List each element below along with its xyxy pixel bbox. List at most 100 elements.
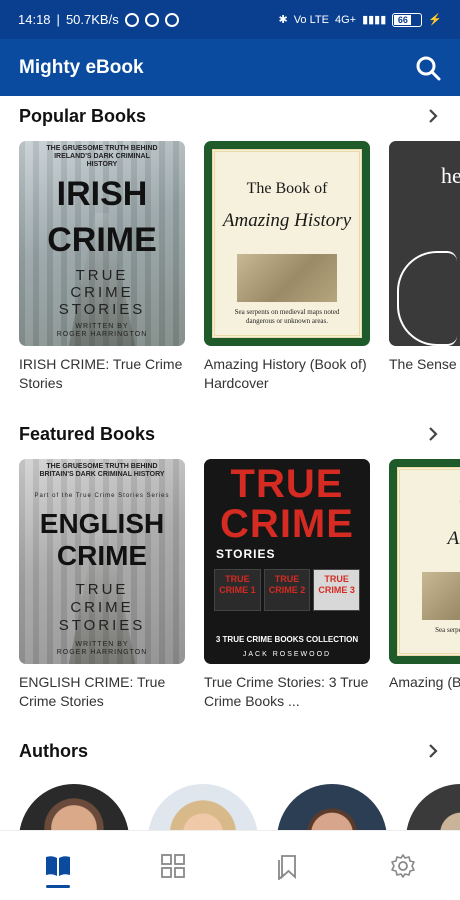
book-cover: THE GRUESOME TRUTH BEHIND BRITAIN'S DARK… [19,459,185,664]
cover-title-1: The Book of [246,180,328,197]
cover-mini-covers: TRUE CRIME 1 TRUE CRIME 2 TRUE CRIME 3 [214,569,361,611]
book-cover: TRUE CRIME STORIES TRUE CRIME 1 TRUE CRI… [204,459,370,664]
charging-icon: ⚡ [428,14,442,26]
volte-label: Vo LTE [293,13,329,26]
book-title: Amazing History (Book of) Hardcover [204,356,367,391]
author-avatar[interactable] [406,784,460,830]
mini-cover-3: TRUE CRIME 3 [313,569,361,611]
mute-icon [124,12,139,27]
popular-section-header: Popular Books [19,101,442,131]
mini-cover-2: TRUE CRIME 2 [263,569,311,611]
status-separator: | [56,12,60,27]
nav-home[interactable] [28,838,88,894]
mini-cover-1: TRUE CRIME 1 [214,569,261,611]
settings-icon [390,853,415,878]
status-right: ✱ Vo LTE 4G+ ▮▮▮▮ 66 ⚡ [278,12,442,27]
book-card-amazing-partial[interactable]: The Am Hi Sea serpent noted dangero Amaz… [389,459,460,692]
author-avatar[interactable] [148,784,258,830]
cover-title-1: ENGLISH [39,508,165,539]
cover-author: JACK ROSEWOOD [242,651,332,658]
app-notification-icon-2 [164,12,179,27]
cover-author: ROGER HARRINGTON [56,331,148,338]
cover-caption: Sea serpent noted dangero [435,626,460,634]
nav-settings[interactable] [373,838,433,894]
book-title: ENGLISH CRIME: True Crime Stories [19,674,166,709]
active-indicator [45,884,70,888]
grid-icon [160,853,185,878]
book-title: The Sense of an Ann Ki [389,356,460,372]
battery-level: 66 [394,14,412,25]
authors-see-all-button[interactable] [424,742,442,760]
cover-collection: 3 TRUE CRIME BOOKS COLLECTION [215,635,359,644]
cover-stories: STORIES [216,547,276,561]
cover-title: he [441,163,460,188]
book-card-irish-crime[interactable]: THE GRUESOME TRUTH BEHIND IRELAND'S DARK… [19,141,185,393]
featured-see-all-button[interactable] [424,425,442,443]
cover-title-2: Am Hi [447,528,460,549]
cover-frame: The Book of Amazing History Sea serpents… [212,149,362,338]
network-label: 4G+ [334,13,357,26]
cover-title-1: The [400,498,460,516]
search-button[interactable] [412,52,444,84]
featured-section-title: Featured Books [19,423,156,444]
book-card-english-crime[interactable]: THE GRUESOME TRUTH BEHIND BRITAIN'S DARK… [19,459,185,711]
chevron-right-icon [429,427,438,441]
author-avatar[interactable] [19,784,129,830]
cover-author: ROGER HARRINGTON [56,649,148,656]
book-cover: The Am Hi Sea serpent noted dangero [389,459,460,664]
search-icon [416,56,441,80]
authors-row [19,784,460,830]
cover-title-2: Amazing History [222,210,352,231]
author-avatar[interactable] [277,784,387,830]
cover-sub-1: TRUE [75,581,129,598]
cover-caption: Sea serpents on medieval maps noted dang… [234,308,340,325]
main-content[interactable]: Popular Books THE GRUESOME TRUTH BEHIND … [0,96,460,830]
nav-categories[interactable] [143,838,203,894]
authors-section-header: Authors [19,736,442,766]
book-card-amazing-history[interactable]: The Book of Amazing History Sea serpents… [204,141,370,393]
book-cover: he [389,141,460,346]
book-open-icon [45,855,70,876]
cover-map-image [422,572,460,620]
cover-map-image [237,254,337,302]
book-cover: THE GRUESOME TRUTH BEHIND IRELAND'S DARK… [19,141,185,346]
cover-series: Part of the True Crime Stories Series [34,493,170,499]
cover-frame: The Am Hi Sea serpent noted dangero [397,467,460,656]
popular-section-title: Popular Books [19,105,147,126]
cover-tagline: THE GRUESOME TRUTH BEHIND IRELAND'S DARK… [46,145,158,168]
status-left: 14:18 | 50.7KB/s [18,12,179,27]
book-title: IRISH CRIME: True Crime Stories [19,356,183,391]
cover-tagline: THE GRUESOME TRUTH BEHIND BRITAIN'S DARK… [39,463,165,478]
cover-sub-3: STORIES [58,301,146,318]
status-time: 14:18 [18,12,51,27]
popular-see-all-button[interactable] [424,107,442,125]
cover-sub-2: CRIME [70,284,134,301]
bottom-nav [0,830,460,900]
nav-bookmarks[interactable] [258,838,318,894]
signal-icon: ▮▮▮▮ [362,14,387,26]
app-bar: Mighty eBook [0,39,460,96]
cover-title-2: CRIME [47,221,157,259]
book-cover: The Book of Amazing History Sea serpents… [204,141,370,346]
cover-title-2: CRIME [56,540,148,571]
cover-silhouette [397,251,457,346]
chevron-right-icon [429,109,438,123]
bookmark-icon [277,854,296,880]
book-card-true-crime-stories[interactable]: TRUE CRIME STORIES TRUE CRIME 1 TRUE CRI… [204,459,370,711]
book-title: True Crime Stories: 3 True Crime Books .… [204,674,369,709]
chevron-right-icon [429,744,438,758]
bluetooth-icon: ✱ [278,14,288,26]
cover-title-2: CRIME [220,502,354,546]
battery-icon: 66 [392,12,423,27]
status-speed: 50.7KB/s [65,12,119,27]
cover-sub-1: TRUE [75,267,129,284]
app-notification-icon [144,12,159,27]
cover-title-1: TRUE [230,462,344,506]
authors-section-title: Authors [19,740,88,761]
cover-sub-3: STORIES [58,617,146,634]
cover-written-by: WRITTEN BY [75,323,129,330]
book-card-the-sense[interactable]: he The Sense of an Ann Ki [389,141,460,374]
featured-section-header: Featured Books [19,419,442,449]
app-title: Mighty eBook [19,56,144,78]
cover-title-1: IRISH [56,175,148,213]
